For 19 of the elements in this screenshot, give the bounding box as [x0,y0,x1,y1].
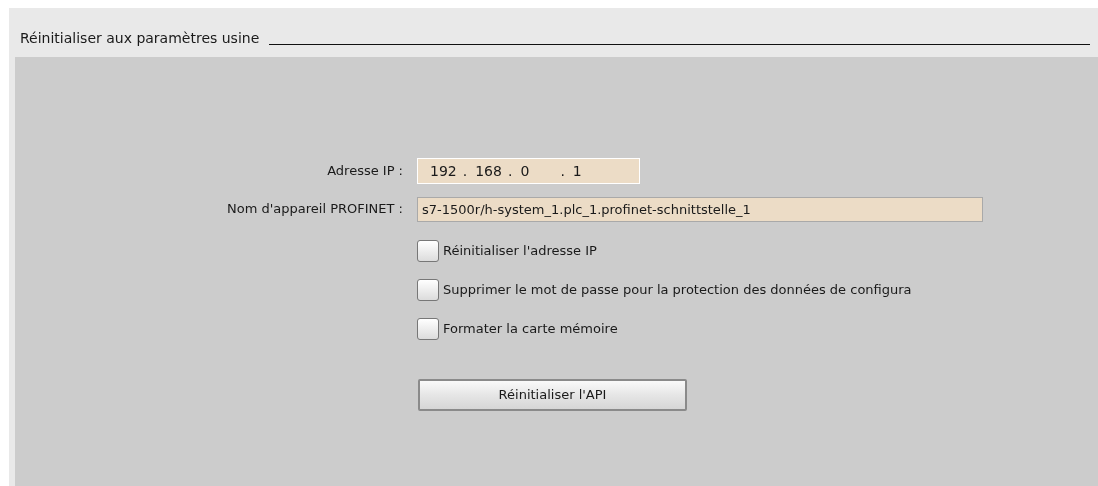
field-label: Adresse IP : [326,162,404,181]
ip-octet: 1 [572,161,582,181]
checkbox[interactable] [417,318,439,340]
field-label: Nom d'appareil PROFINET : [226,200,404,219]
ip-separator: . [506,161,513,181]
checkbox-label: Supprimer le mot de passe pour la protection des données de configura [443,281,912,300]
ip-octet: 0 [520,161,531,181]
device-name-field[interactable]: s7-1500r/h-system_1.plc_1.profinet-schnittstelle_1 [417,196,983,222]
checkbox[interactable] [417,240,439,262]
ip-separator: . [559,161,565,181]
reset-button[interactable]: Réinitialiser l'API [418,379,687,411]
ip-address-field[interactable]: 192 . 168 . 0 . 1 [417,158,640,184]
checkbox-label: Réinitialiser l'adresse IP [443,242,597,261]
section-title: Réinitialiser aux paramètres usine [20,29,260,48]
checkbox-label: Formater la carte mémoire [443,320,618,339]
ip-octet: 192 [430,161,457,181]
ip-separator: . [461,161,468,181]
checkbox[interactable] [417,279,439,301]
ip-octet: 168 [475,161,502,181]
